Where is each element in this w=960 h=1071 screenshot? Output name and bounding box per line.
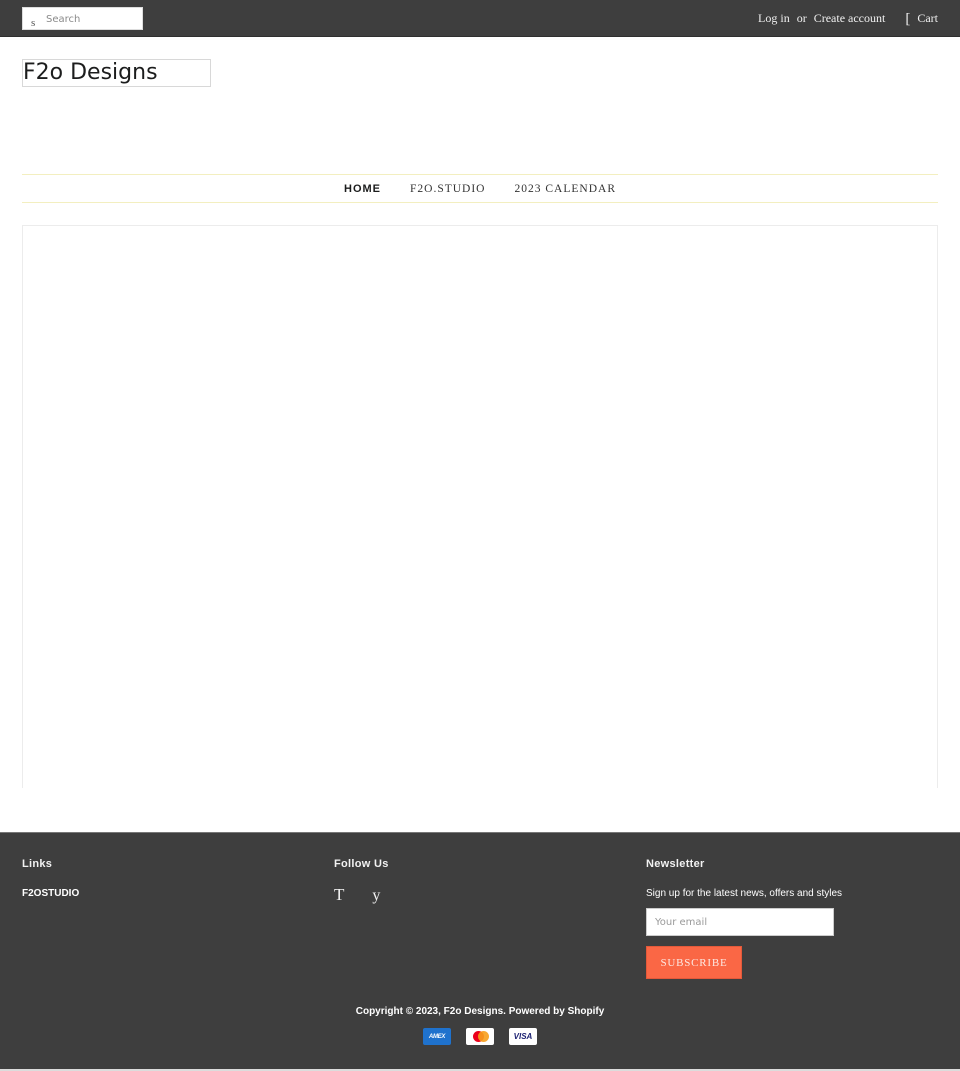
- footer-links-title: Links: [22, 858, 53, 870]
- nav-item-home[interactable]: HOME: [344, 183, 381, 195]
- footer-link-f2ostudio[interactable]: F2OSTUDIO: [22, 888, 79, 899]
- site-logo[interactable]: F2o Designs: [22, 59, 211, 87]
- mastercard-orange-circle: [478, 1031, 489, 1042]
- search-icon[interactable]: s: [31, 17, 35, 29]
- cart-link[interactable]: Cart: [917, 11, 938, 26]
- footer-links-column: Links F2OSTUDIO: [22, 858, 79, 899]
- social-icons: T y: [334, 884, 389, 905]
- twitter-icon[interactable]: y: [372, 887, 380, 905]
- footer-follow-title: Follow Us: [334, 858, 389, 870]
- main-content: [22, 225, 938, 788]
- tumblr-icon[interactable]: T: [334, 885, 344, 905]
- newsletter-email-input[interactable]: [646, 908, 834, 936]
- payment-icons: AMEX VISA: [0, 1028, 960, 1045]
- search-box[interactable]: s: [22, 7, 143, 30]
- main-nav: HOME F2O.STUDIO 2023 CALENDAR: [22, 174, 938, 203]
- footer-follow-column: Follow Us T y: [334, 858, 389, 905]
- top-bar: s Log in or Create account [ Cart: [0, 0, 960, 37]
- or-separator: or: [796, 11, 807, 25]
- search-input[interactable]: [46, 11, 140, 27]
- site-footer: Links F2OSTUDIO Follow Us T y Newsletter…: [0, 832, 960, 1071]
- amex-icon: AMEX: [423, 1028, 451, 1045]
- cart-icon[interactable]: [: [905, 11, 910, 26]
- footer-newsletter-column: Newsletter Sign up for the latest news, …: [646, 858, 842, 979]
- account-links: Log in or Create account [ Cart: [758, 11, 938, 26]
- mastercard-icon: [466, 1028, 494, 1045]
- visa-icon: VISA: [509, 1028, 537, 1045]
- newsletter-text: Sign up for the latest news, offers and …: [646, 888, 843, 899]
- subscribe-button[interactable]: SUBSCRIBE: [646, 946, 742, 979]
- nav-item-f2o-studio[interactable]: F2O.STUDIO: [410, 183, 486, 195]
- nav-item-2023-calendar[interactable]: 2023 CALENDAR: [515, 183, 617, 195]
- login-link[interactable]: Log in: [758, 11, 790, 26]
- newsletter-title: Newsletter: [646, 858, 705, 870]
- copyright-text: Copyright © 2023, F2o Designs. Powered b…: [355, 1006, 605, 1017]
- create-account-link[interactable]: Create account: [814, 11, 886, 26]
